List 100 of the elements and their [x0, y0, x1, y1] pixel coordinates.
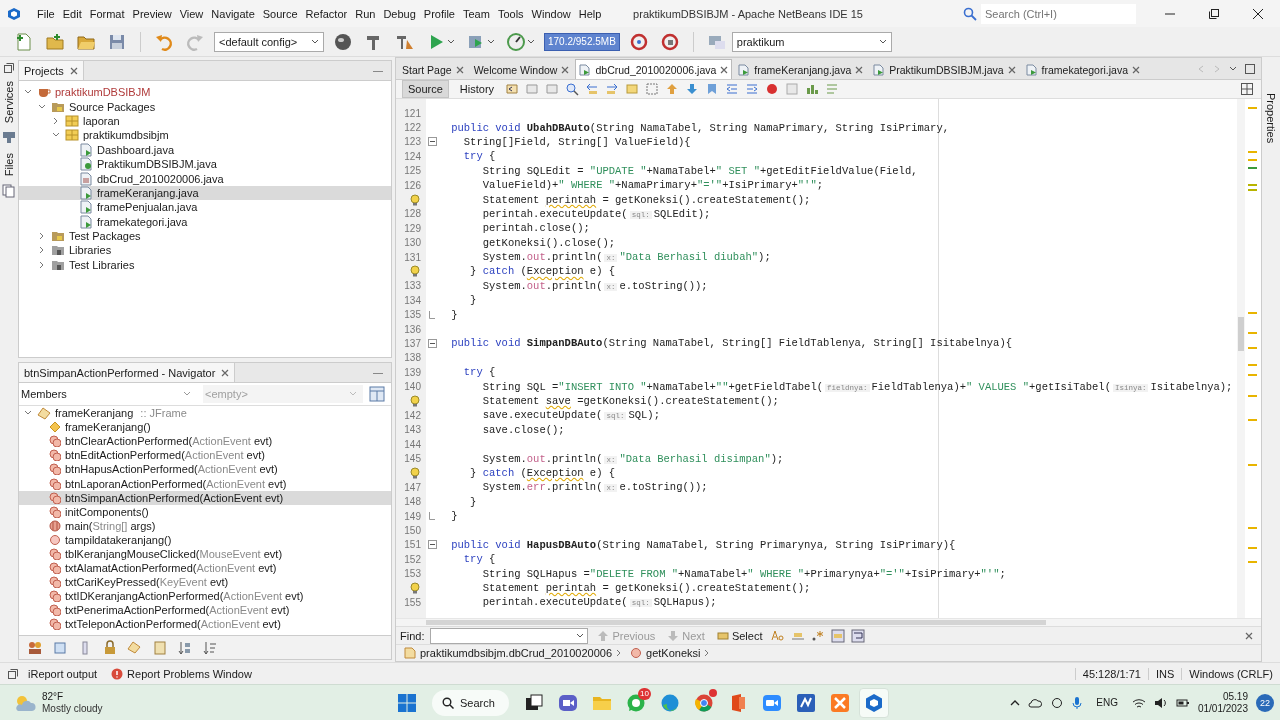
tree-item[interactable]: dbCrud_2010020006.java [19, 171, 391, 186]
menu-item[interactable]: Refactor [301, 4, 352, 23]
weather-condition: Mostly cloudy [42, 702, 103, 715]
tree-item[interactable]: framePenjualan.java [19, 200, 391, 215]
navigator-item[interactable]: txtCariKeyPressed(KeyEvent evt) [19, 575, 391, 590]
line-number: 139 [404, 366, 421, 378]
editor-tab[interactable]: dbCrud_2010020006.java [575, 59, 733, 79]
line-number: 137 [404, 337, 421, 349]
project-dropdown[interactable]: praktikum [731, 31, 892, 52]
navigator-item[interactable]: frameKeranjang() [19, 420, 391, 435]
menu-item[interactable]: Run [351, 4, 380, 23]
code-line: String[]Field, String[] ValueField){ [462, 135, 691, 148]
line-number: 143 [404, 424, 421, 436]
menu-item[interactable]: Source [258, 4, 302, 23]
tree-item[interactable]: PraktikumDBSIBJM.java [19, 156, 391, 172]
clock[interactable]: 05.19 01/01/2023 [1197, 690, 1248, 715]
menu-item[interactable]: Tools [493, 4, 528, 23]
tree-item[interactable]: Libraries [19, 243, 391, 258]
navigator-item[interactable]: initComponents() [19, 504, 391, 519]
line-number: 136 [404, 323, 421, 335]
search-button[interactable]: Search [432, 689, 509, 716]
menu-item[interactable]: View [175, 4, 208, 23]
code-line: try { [462, 150, 496, 163]
panel-tab[interactable]: btnSimpanActionPerformed - Navigator [19, 363, 236, 382]
line-number: 144 [404, 438, 421, 450]
code-line: } catch (Exception e) { [469, 265, 616, 278]
code-line: public void UbahDBAuto(String NamaTabel, String NamaPrimary, String IsiPrimary, [450, 121, 949, 134]
breadcrumb[interactable]: getKoneksi [628, 647, 713, 659]
line-number: 153 [404, 568, 421, 580]
memory-meter[interactable]: 170.2/952.5MB [544, 32, 620, 51]
notification-badge: 10 [637, 687, 651, 700]
taskbar-app[interactable]: 10 [620, 687, 651, 718]
navigator-item[interactable]: btnHapusActionPerformed(ActionEvent evt) [19, 462, 391, 477]
menu-item[interactable]: Team [459, 4, 494, 23]
code-line: getKoneksi().close(); [481, 236, 616, 249]
navigator-item[interactable]: txtTeleponActionPerformed(ActionEvent evt) [19, 617, 391, 632]
menu-item[interactable]: Edit [58, 4, 86, 23]
line-number: 150 [404, 525, 421, 536]
tree-item[interactable]: Test Libraries [19, 257, 391, 273]
line-number: 123 [404, 136, 421, 148]
tree-item[interactable]: praktikumdbsibjm [19, 128, 391, 143]
navigator-item[interactable]: btnClearActionPerformed(ActionEvent evt) [19, 434, 391, 449]
line-endings: Windows (CRLF) [1181, 667, 1280, 680]
notification-badge[interactable]: 22 [1256, 693, 1274, 712]
menu-item[interactable]: Profile [419, 4, 459, 23]
menu-item[interactable]: Format [85, 4, 129, 23]
navigator-item[interactable]: tampildatakeranjang() [19, 532, 391, 547]
output-tab[interactable]: Report Problems Window [107, 667, 256, 680]
line-number: 121 [404, 107, 421, 119]
find-select-button[interactable]: Select [713, 629, 766, 642]
side-tab[interactable]: Services [3, 77, 15, 128]
view-tab[interactable]: History [454, 81, 500, 97]
code-line: ValueField)+" WHERE "+NamaPrimary+"='"+IsiPrimary+"'"; [481, 179, 824, 192]
tree-item[interactable]: frameKeranjang.java [19, 185, 391, 201]
panel-tab[interactable]: Projects [19, 61, 84, 80]
config-dropdown[interactable]: <default config> [214, 31, 324, 52]
line-number: 140 [404, 381, 421, 393]
breadcrumb[interactable]: praktikumdbsibjm.dbCrud_2010020006 [402, 647, 624, 659]
tree-item[interactable]: frameKeranjang :: JFrame [19, 406, 391, 421]
menu-item[interactable]: Window [527, 4, 575, 23]
navigator-item[interactable]: txtIDKeranjangActionPerformed(ActionEvent evt) [19, 589, 391, 604]
output-tab[interactable]: iReport output [24, 667, 102, 680]
search-field[interactable]: Search (Ctrl+I) [981, 3, 1136, 24]
line-number: 147 [404, 481, 421, 493]
tree-item[interactable]: Source Packages [19, 99, 391, 114]
menu-item[interactable]: Help [574, 4, 606, 23]
view-tab[interactable]: Source [402, 80, 449, 98]
navigator-item[interactable]: btnLaporanActionPerformed(ActionEvent evt) [19, 476, 391, 491]
weather-widget[interactable]: 82°F Mostly cloudy [14, 690, 103, 715]
side-tab[interactable]: Files [3, 149, 15, 181]
line-number: 124 [404, 150, 421, 162]
tree-item[interactable]: framekategori.java [19, 214, 391, 229]
menu-item[interactable]: Debug [379, 4, 420, 23]
code-line: } [469, 294, 477, 307]
tree-item[interactable]: laporan [19, 113, 391, 129]
menu-item[interactable]: Navigate [207, 4, 259, 23]
navigator-item[interactable]: tblKeranjangMouseClicked(MouseEvent evt) [19, 546, 391, 562]
tree-item[interactable]: Dashboard.java [19, 142, 391, 157]
navigator-item[interactable]: txtPenerimaActionPerformed(ActionEvent evt) [19, 603, 391, 618]
line-number: 138 [404, 352, 421, 364]
navigator-item[interactable]: txtAlamatActionPerformed(ActionEvent evt) [19, 561, 391, 576]
line-number: 151 [404, 539, 421, 551]
menu-item[interactable]: Preview [128, 4, 176, 23]
navigator-item[interactable]: main(String[] args) [19, 518, 391, 533]
menu-item[interactable]: File [33, 4, 59, 23]
tree-item[interactable]: Test Packages [19, 228, 391, 244]
line-number: 152 [404, 553, 421, 565]
window-title: praktikumDBSIBJM - Apache NetBeans IDE 15 [633, 7, 863, 20]
line-number: 149 [404, 510, 421, 522]
code-line: String SQLHapus ="DELETE FROM "+NamaTabel+" WHERE "+Primarynya+"='"+IsiPrimary+"'"; [481, 567, 1006, 580]
line-number: 142 [404, 409, 421, 421]
navigator-item[interactable]: btnEditActionPerformed(ActionEvent evt) [19, 448, 391, 463]
language-indicator[interactable]: ENG [1096, 697, 1118, 708]
code-line: try { [462, 366, 496, 379]
side-tab[interactable]: Properties [1265, 93, 1277, 144]
temperature: 82°F [42, 690, 65, 703]
line-number: 125 [404, 165, 421, 177]
navigator-item[interactable]: btnSimpanActionPerformed(ActionEvent evt) [19, 490, 391, 505]
tree-item[interactable]: praktikumDBSIBJM [19, 85, 391, 100]
code-line: } catch (Exception e) { [469, 466, 616, 479]
